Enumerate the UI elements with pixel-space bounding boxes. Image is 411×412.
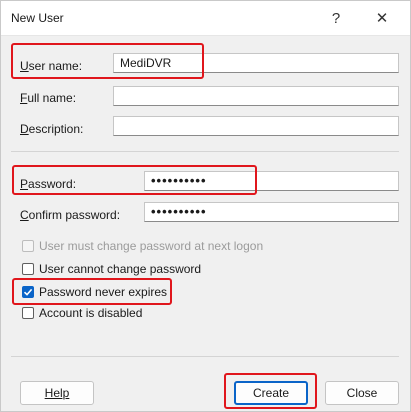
help-icon[interactable]: ? xyxy=(318,5,354,31)
new-user-dialog: New User ? ✕ User name: MediDVR Full nam… xyxy=(0,0,411,412)
description-label: Description: xyxy=(20,122,84,136)
create-button-highlight xyxy=(224,373,317,409)
divider xyxy=(11,151,399,152)
must-change-password-checkbox[interactable]: User must change password at next logon xyxy=(22,239,263,253)
cannot-change-password-checkbox[interactable]: User cannot change password xyxy=(22,262,201,276)
confirm-password-input[interactable]: •••••••••• xyxy=(144,202,399,222)
checkbox-box xyxy=(22,307,34,319)
description-input[interactable] xyxy=(113,116,399,136)
password-highlight xyxy=(12,165,257,195)
help-button[interactable]: Help xyxy=(20,381,94,405)
checkbox-box xyxy=(22,240,34,252)
divider xyxy=(11,356,399,357)
close-icon[interactable]: ✕ xyxy=(364,5,400,31)
full-name-label: Full name: xyxy=(20,91,77,105)
user-name-highlight xyxy=(11,43,204,79)
never-expires-highlight xyxy=(12,278,172,305)
account-disabled-label: Account is disabled xyxy=(39,306,143,320)
checkbox-box xyxy=(22,263,34,275)
title-bar: New User ? ✕ xyxy=(1,1,410,36)
help-button-label: Help xyxy=(44,386,70,400)
confirm-password-label: Confirm password: xyxy=(20,208,121,222)
cannot-change-password-label: User cannot change password xyxy=(39,262,202,276)
must-change-password-label: User must change password at next logon xyxy=(39,239,264,253)
full-name-input[interactable] xyxy=(113,86,399,106)
dialog-title: New User xyxy=(11,11,64,25)
close-button-label: Close xyxy=(346,386,378,400)
close-button[interactable]: Close xyxy=(325,381,399,405)
account-disabled-checkbox[interactable]: Account is disabled xyxy=(22,306,142,320)
